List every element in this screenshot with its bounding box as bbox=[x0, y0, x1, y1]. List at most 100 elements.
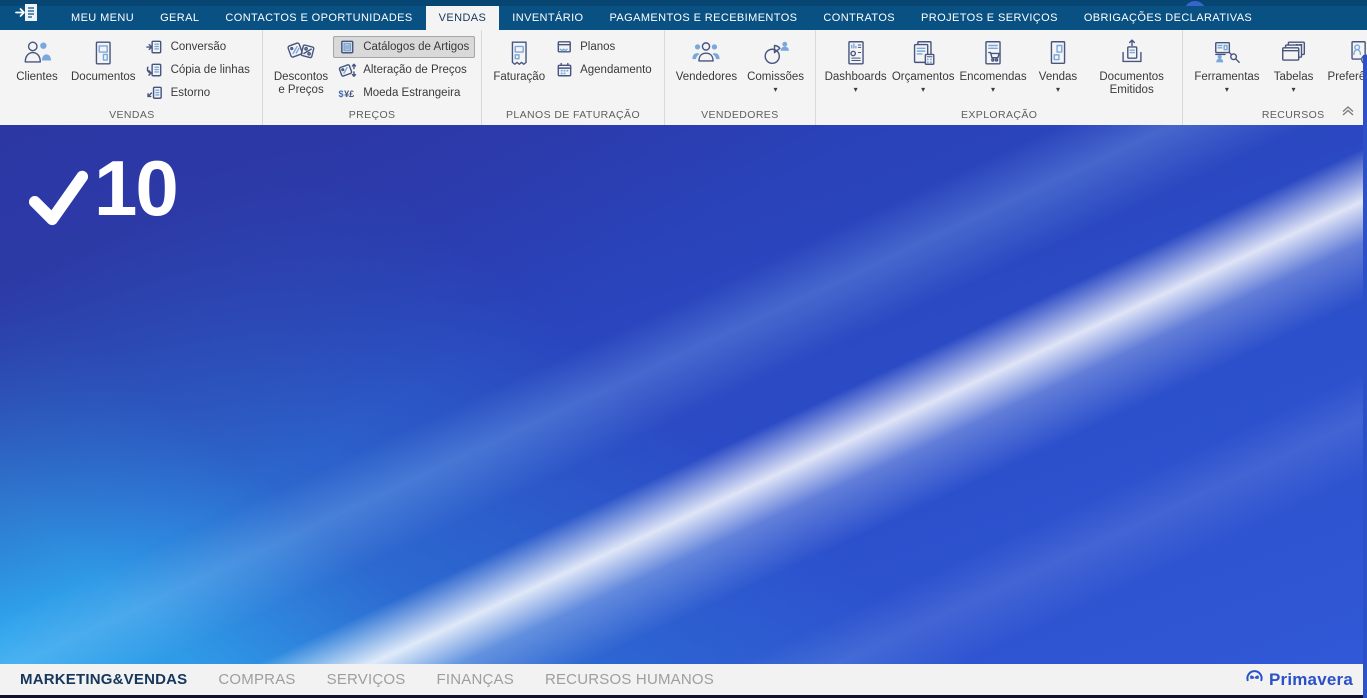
group-content: Clientes Documentos Conversão Cópia de linh… bbox=[4, 30, 260, 108]
ribbon: Clientes Documentos Conversão Cópia de linh… bbox=[0, 30, 1367, 125]
brand-name: Primavera bbox=[1269, 670, 1353, 690]
tables-icon bbox=[1279, 35, 1309, 71]
window-edge-strip bbox=[1363, 55, 1367, 698]
menu-tab-obrigacoes-declarativas[interactable]: OBRIGAÇÕES DECLARATIVAS bbox=[1071, 6, 1265, 30]
module-tab-recursos-humanos[interactable]: RECURSOS HUMANOS bbox=[545, 671, 714, 688]
primavera-butterfly-icon bbox=[1244, 667, 1265, 692]
dropdown-arrow-icon: ▾ bbox=[991, 86, 995, 93]
button-label: Agendamento bbox=[580, 64, 652, 76]
button-label: Vendedores bbox=[676, 71, 737, 84]
button-label: Faturação bbox=[493, 71, 545, 84]
ribbon-groups: Clientes Documentos Conversão Cópia de linh… bbox=[0, 30, 1367, 125]
primavera-brand: Primavera bbox=[1244, 667, 1353, 692]
salespeople-icon bbox=[691, 35, 721, 71]
application-window: MEU MENUGERALCONTACTOS E OPORTUNIDADESVE… bbox=[0, 0, 1367, 698]
button-orcamentos[interactable]: Orçamentos ▾ bbox=[890, 33, 956, 108]
dashboards-icon bbox=[841, 35, 871, 71]
tools-icon bbox=[1212, 35, 1242, 71]
module-tab-marketing-vendas[interactable]: MARKETING&VENDAS bbox=[20, 671, 187, 688]
button-alteracao-de-precos[interactable]: Alteração de Preços bbox=[333, 59, 475, 81]
button-faturacao[interactable]: Faturação bbox=[489, 33, 549, 108]
button-label: Planos bbox=[580, 41, 615, 53]
button-clientes[interactable]: Clientes bbox=[9, 33, 65, 108]
menu-tab-inventario[interactable]: INVENTÁRIO bbox=[499, 6, 596, 30]
module-tab-servicos[interactable]: SERVIÇOS bbox=[327, 671, 406, 688]
ribbon-group-vendedores: Vendedores Comissões ▾ VENDEDORES bbox=[665, 30, 816, 125]
svg-text:$: $ bbox=[338, 88, 343, 98]
button-label: Cópia de linhas bbox=[171, 64, 250, 76]
button-comissoes[interactable]: Comissões ▾ bbox=[743, 33, 808, 108]
plans-icon bbox=[554, 37, 574, 57]
copy-lines-icon bbox=[145, 60, 165, 80]
button-label: Dashboards bbox=[825, 71, 887, 84]
dropdown-arrow-icon: ▾ bbox=[921, 86, 925, 93]
nav-pane-icon bbox=[14, 1, 40, 30]
button-dashboards[interactable]: Dashboards ▾ bbox=[823, 33, 888, 108]
conversion-icon bbox=[145, 37, 165, 57]
button-label: Alteração de Preços bbox=[363, 64, 467, 76]
orders-icon bbox=[978, 35, 1008, 71]
ribbon-tab-bar: MEU MENUGERALCONTACTOS E OPORTUNIDADESVE… bbox=[0, 0, 1367, 30]
dropdown-arrow-icon: ▾ bbox=[774, 86, 778, 93]
scheduling-icon bbox=[554, 60, 574, 80]
documents-icon bbox=[88, 35, 118, 71]
dropdown-arrow-icon: ▾ bbox=[854, 86, 858, 93]
navigator-button[interactable] bbox=[0, 0, 54, 30]
button-label: Conversão bbox=[171, 41, 227, 53]
group-content: Dashboards ▾ Orçamentos ▾ Encomendas ▾ Vendas▾… bbox=[818, 30, 1180, 108]
menu-tab-geral[interactable]: GERAL bbox=[147, 6, 212, 30]
module-tab-list: MARKETING&VENDAS COMPRAS SERVIÇOS FINANÇAS R… bbox=[20, 671, 745, 688]
menu-tab-pagamentos-e-recebimentos[interactable]: PAGAMENTOS E RECEBIMENTOS bbox=[597, 6, 811, 30]
collapse-ribbon-button[interactable] bbox=[1338, 105, 1358, 121]
button-label: Moeda Estrangeira bbox=[363, 87, 460, 99]
group-caption: VENDAS bbox=[4, 108, 260, 125]
clients-icon bbox=[22, 35, 52, 71]
button-documentos-emitidos[interactable]: Documentos Emitidos bbox=[1088, 33, 1175, 108]
button-label: Clientes bbox=[16, 71, 58, 84]
button-estorno[interactable]: Estorno bbox=[141, 82, 256, 104]
button-descontos-e-precos[interactable]: Descontos e Preços bbox=[270, 33, 332, 108]
group-caption: PLANOS DE FATURAÇÃO bbox=[484, 108, 661, 125]
ribbon-group-planos-de-faturacao: Faturação Planos Agendamento PLANOS DE FATU… bbox=[482, 30, 664, 125]
button-catalogos-de-artigos[interactable]: Catálogos de Artigos bbox=[333, 36, 475, 58]
menu-tab-vendas[interactable]: VENDAS bbox=[426, 6, 500, 30]
button-planos[interactable]: Planos bbox=[550, 36, 658, 58]
button-documentos[interactable]: Documentos bbox=[67, 33, 140, 108]
group-content: Vendedores Comissões ▾ bbox=[667, 30, 813, 108]
module-bar: MARKETING&VENDAS COMPRAS SERVIÇOS FINANÇAS R… bbox=[0, 664, 1367, 698]
v10-logo: 10 bbox=[28, 151, 177, 232]
button-vendedores[interactable]: Vendedores bbox=[672, 33, 741, 108]
menu-tab-contactos-e-oportunidades[interactable]: CONTACTOS E OPORTUNIDADES bbox=[212, 6, 425, 30]
ribbon-group-exploracao: Dashboards ▾ Orçamentos ▾ Encomendas ▾ Vendas▾… bbox=[816, 30, 1183, 125]
button-label: Comissões bbox=[747, 71, 804, 84]
discounts-icon bbox=[286, 35, 316, 71]
invoicing-icon bbox=[504, 35, 534, 71]
menu-tab-contratos[interactable]: CONTRATOS bbox=[810, 6, 908, 30]
button-tabelas[interactable]: Tabelas▾ bbox=[1266, 33, 1322, 108]
group-content: Faturação Planos Agendamento bbox=[484, 30, 661, 108]
button-encomendas[interactable]: Encomendas ▾ bbox=[958, 33, 1028, 108]
sales-doc-icon bbox=[1043, 35, 1073, 71]
module-tab-compras[interactable]: COMPRAS bbox=[218, 671, 295, 688]
commissions-icon bbox=[761, 35, 791, 71]
button-preferencias[interactable]: Preferências bbox=[1324, 33, 1367, 108]
menu-tab-projetos-e-servicos[interactable]: PROJETOS E SERVIÇOS bbox=[908, 6, 1071, 30]
button-label: Orçamentos bbox=[892, 71, 955, 84]
button-conversao[interactable]: Conversão bbox=[141, 36, 256, 58]
price-change-icon bbox=[337, 60, 357, 80]
button-copia-de-linhas[interactable]: Cópia de linhas bbox=[141, 59, 256, 81]
button-moeda-estrangeira[interactable]: $¥£Moeda Estrangeira bbox=[333, 82, 475, 104]
button-label: Encomendas bbox=[959, 71, 1026, 84]
button-label: Documentos bbox=[71, 71, 136, 84]
chevron-up-icon bbox=[1340, 104, 1356, 122]
module-tab-financas[interactable]: FINANÇAS bbox=[436, 671, 513, 688]
button-vendas[interactable]: Vendas▾ bbox=[1030, 33, 1086, 108]
button-ferramentas[interactable]: Ferramentas▾ bbox=[1190, 33, 1263, 108]
group-caption: VENDEDORES bbox=[667, 108, 813, 125]
desktop-wallpaper: 10 bbox=[0, 125, 1367, 664]
catalog-icon bbox=[337, 37, 357, 57]
dropdown-arrow-icon: ▾ bbox=[1292, 86, 1296, 93]
button-agendamento[interactable]: Agendamento bbox=[550, 59, 658, 81]
group-caption: EXPLORAÇÃO bbox=[818, 108, 1180, 125]
menu-tab-meu-menu[interactable]: MEU MENU bbox=[58, 6, 147, 30]
